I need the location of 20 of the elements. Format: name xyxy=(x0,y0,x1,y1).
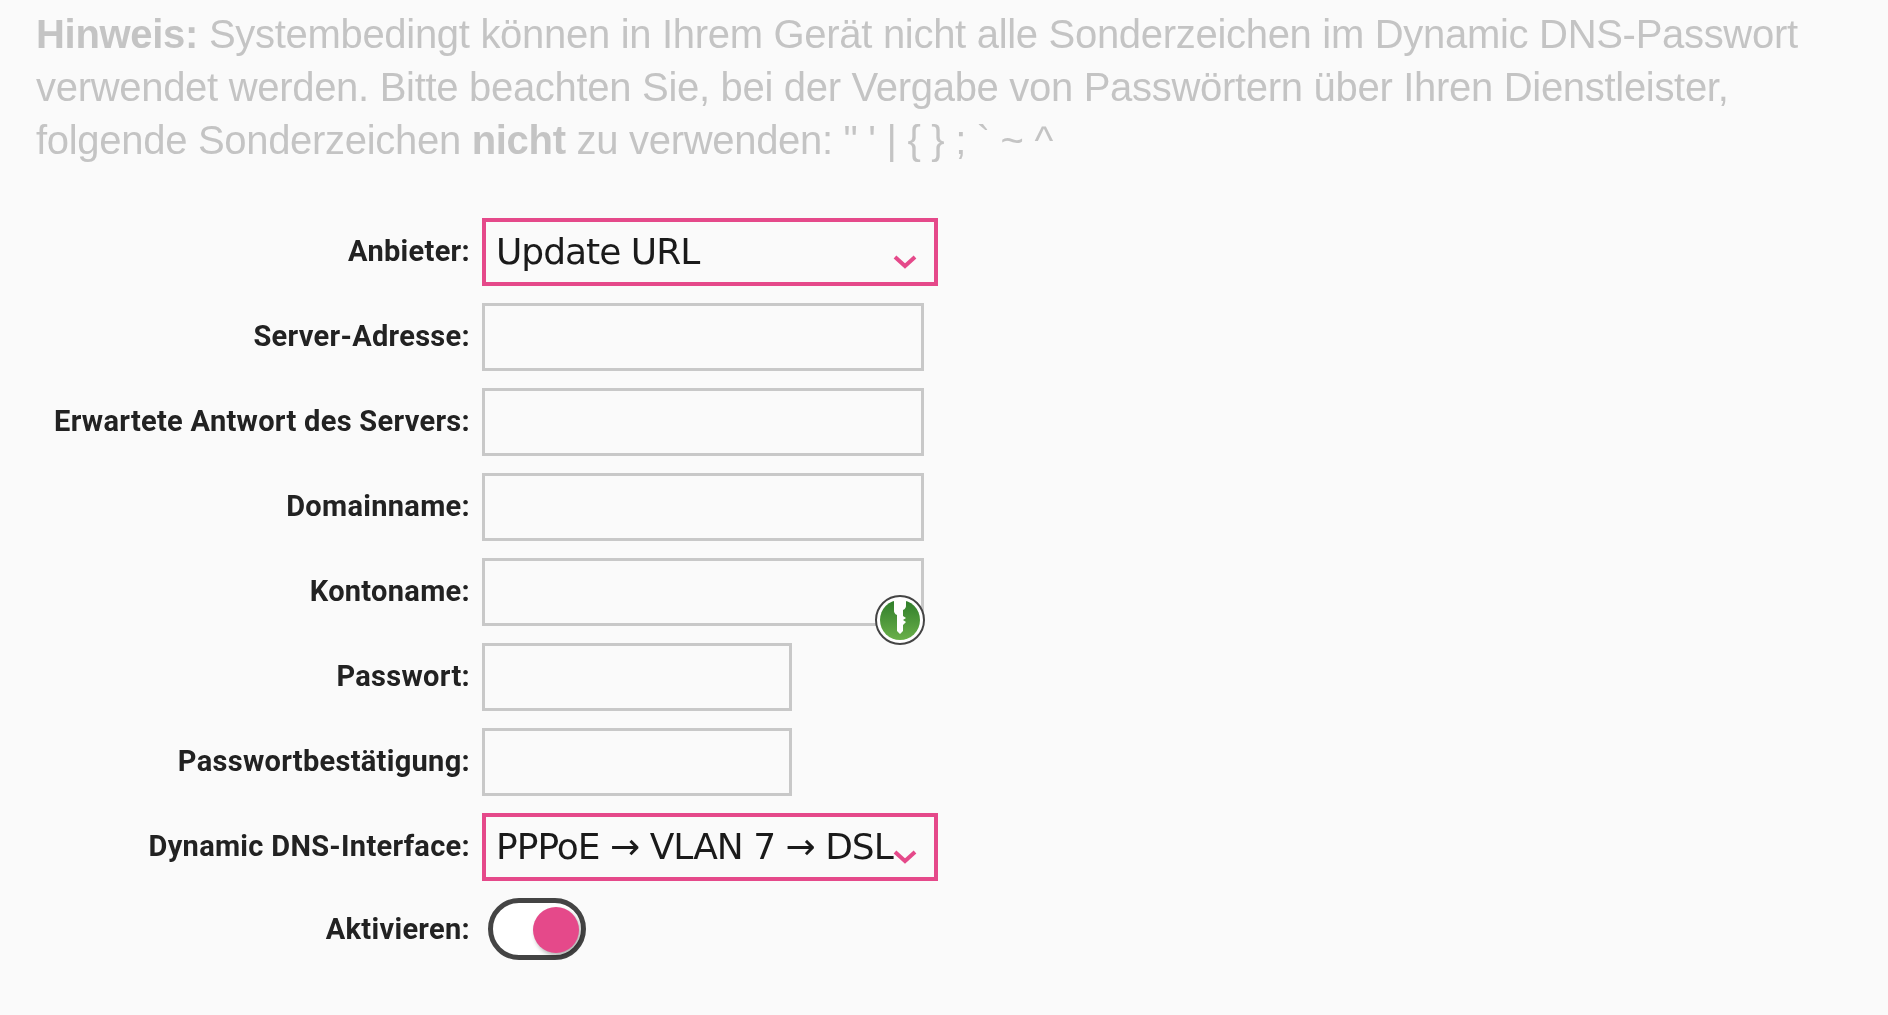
password-field[interactable] xyxy=(482,728,792,796)
password-field[interactable] xyxy=(482,643,792,711)
dropdown[interactable]: Update URL xyxy=(482,218,938,286)
field-label: Domainname: xyxy=(285,488,470,526)
chevron-down-icon xyxy=(892,849,918,865)
key-icon[interactable] xyxy=(874,594,926,646)
field-label: Aktivieren: xyxy=(324,911,470,949)
input-field[interactable] xyxy=(482,473,924,541)
field-label: Server-Adresse: xyxy=(252,318,470,356)
field-label: Dynamic DNS-Interface: xyxy=(147,828,470,866)
chevron-down-icon xyxy=(892,254,918,270)
field-label: Passwortbestätigung: xyxy=(176,743,470,781)
input-field[interactable] xyxy=(482,303,924,371)
input-field[interactable] xyxy=(482,558,924,626)
input-field[interactable] xyxy=(482,388,924,456)
field-label: Kontoname: xyxy=(308,573,470,611)
dropdown[interactable]: PPPoE → VLAN 7 → DSL xyxy=(482,813,938,881)
field-label: Anbieter: xyxy=(347,233,470,271)
field-label: Passwort: xyxy=(335,658,470,696)
field-label: Erwartete Antwort des Servers: xyxy=(53,403,470,441)
